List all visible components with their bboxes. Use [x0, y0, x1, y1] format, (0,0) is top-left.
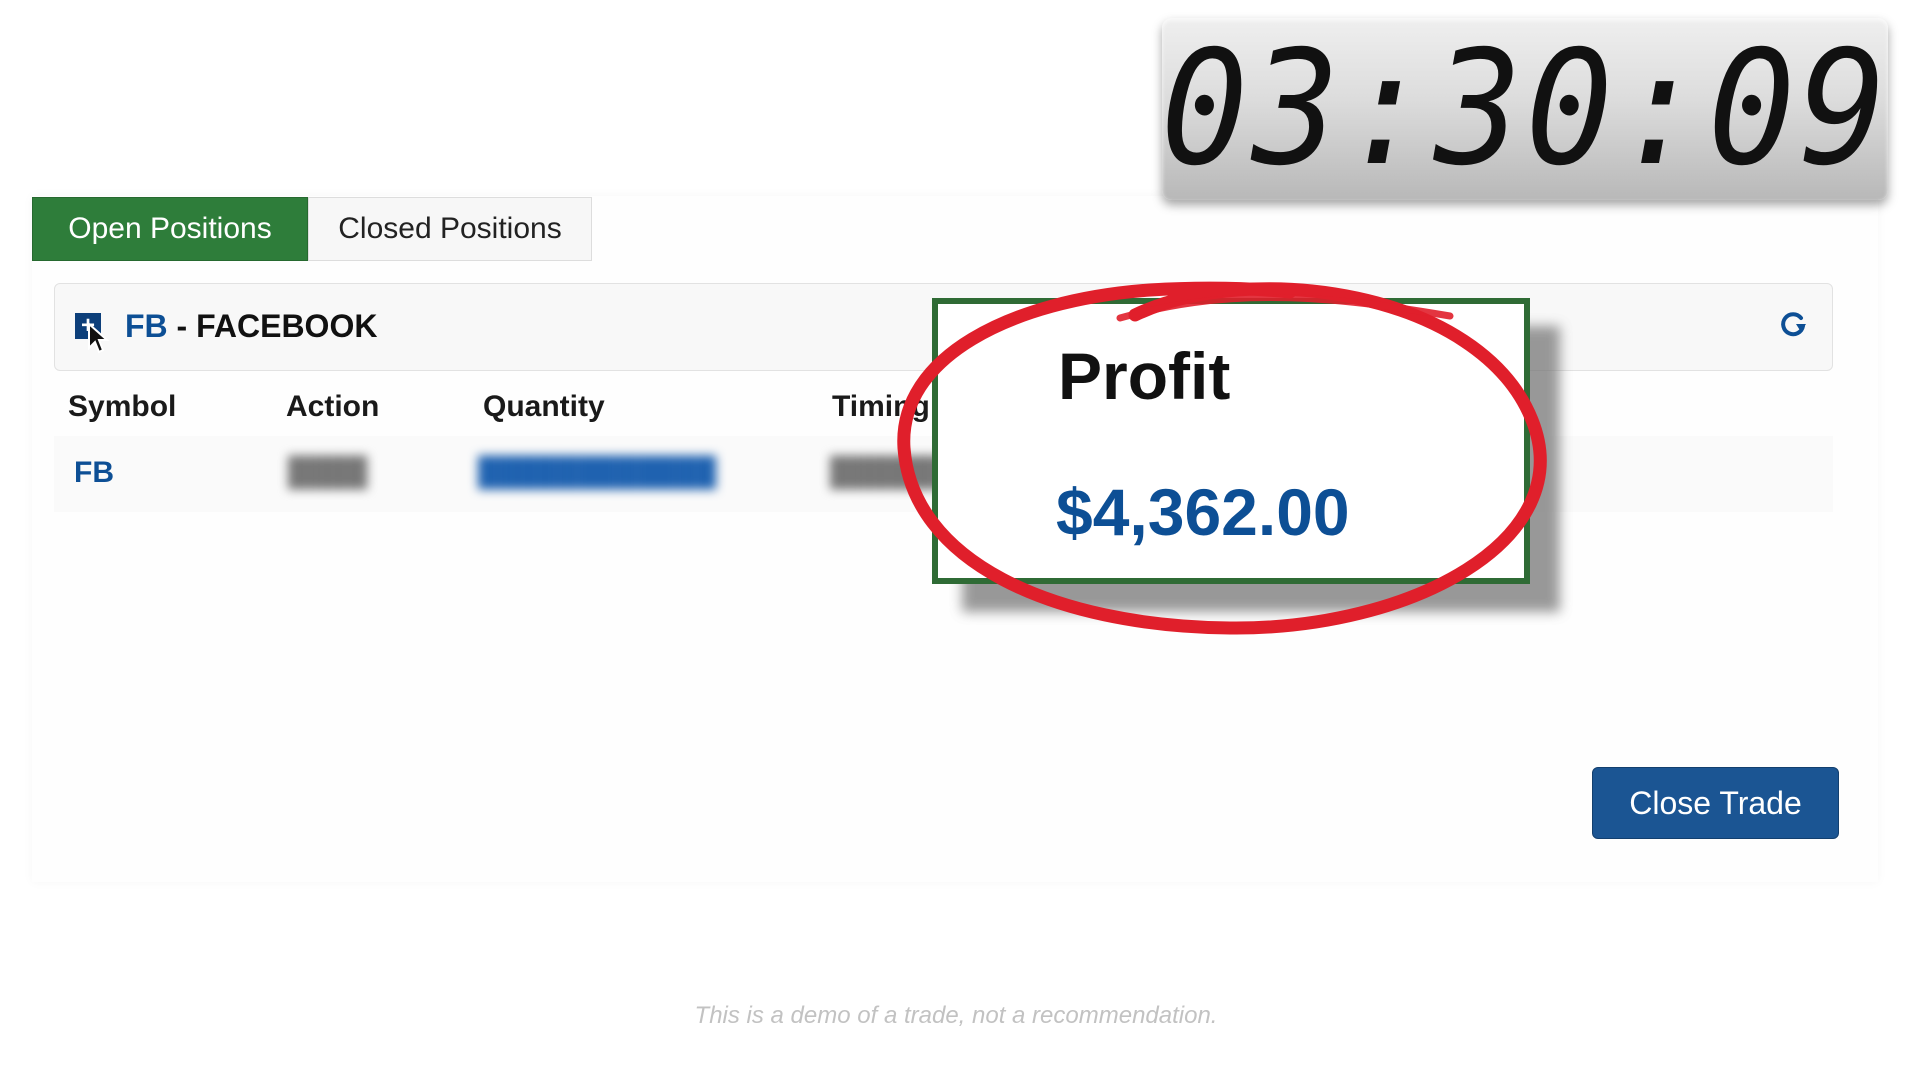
position-title: FB - FACEBOOK: [125, 308, 377, 345]
blurred-quantity-cell: ████████████: [478, 456, 717, 487]
tab-open-positions[interactable]: Open Positions: [32, 197, 308, 261]
column-header-quantity: Quantity: [483, 390, 605, 423]
column-header-symbol: Symbol: [68, 390, 177, 423]
position-separator: -: [167, 308, 197, 344]
profit-value: $4,362.00: [1056, 475, 1350, 549]
column-header-action: Action: [286, 390, 380, 423]
profit-callout: Profit $4,362.00: [932, 298, 1530, 584]
mouse-cursor-icon: [88, 322, 110, 354]
position-name: FACEBOOK: [196, 308, 378, 344]
column-header-timing: Timing: [832, 390, 930, 423]
timer-display: 03:30:09: [1160, 17, 1890, 201]
table-cell-symbol[interactable]: FB: [74, 456, 114, 490]
close-trade-button[interactable]: Close Trade: [1592, 767, 1839, 839]
profit-label: Profit: [1058, 339, 1231, 413]
refresh-icon[interactable]: [1776, 306, 1810, 340]
tab-closed-positions[interactable]: Closed Positions: [308, 197, 592, 261]
position-symbol[interactable]: FB: [125, 308, 168, 344]
countdown-timer: 03:30:09: [1160, 17, 1890, 201]
disclaimer-text: This is a demo of a trade, not a recomme…: [694, 1002, 1218, 1029]
blurred-action-cell: ████: [288, 456, 368, 487]
